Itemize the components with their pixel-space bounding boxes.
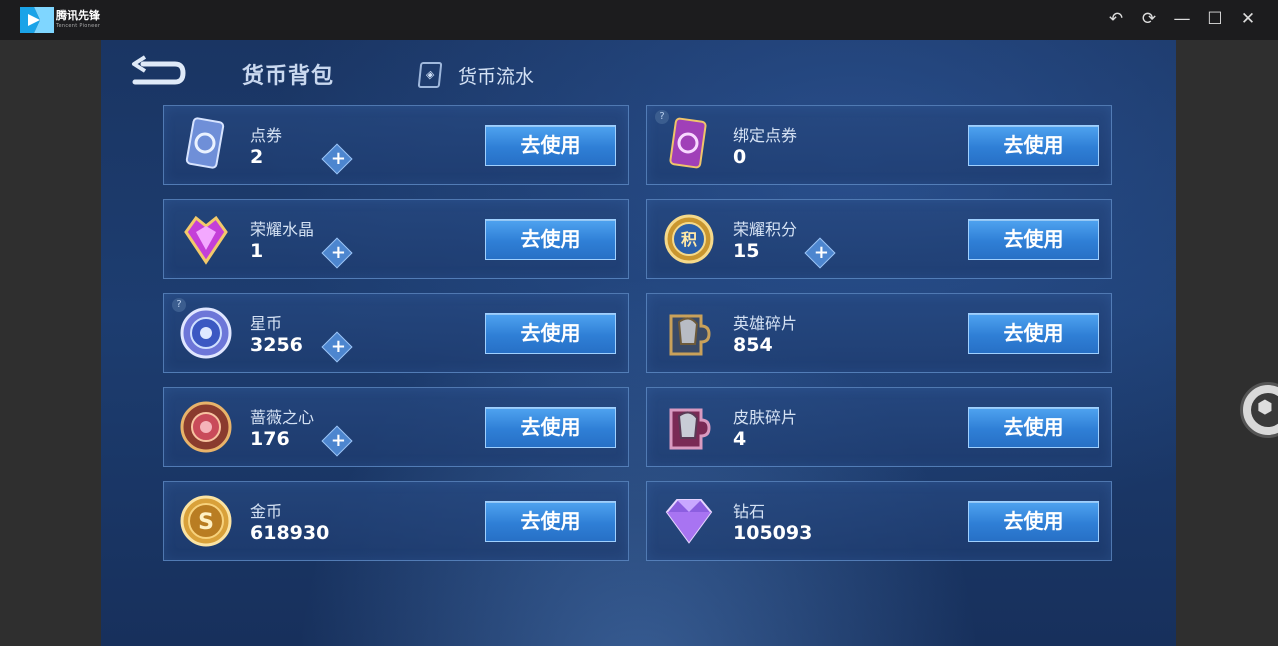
glory-crystal-icon [184,215,228,265]
use-glory-points-button[interactable]: 去使用 [968,219,1099,260]
game-screen: 货币背包 ◈ 货币流水 点券 2 + 去使用 ? 绑定点券 0 去使用 荣耀水晶… [101,40,1176,646]
currency-name: 星币 [250,314,283,333]
currency-card-skin-fragment: 皮肤碎片 4 去使用 [646,387,1112,467]
gold-coin-icon: S [180,495,232,547]
currency-name: 英雄碎片 [733,314,798,333]
hero-fragment-icon [669,314,711,356]
currency-amount: 618930 [250,522,330,544]
add-star-coin-button[interactable]: + [321,331,353,363]
minimize-icon[interactable]: — [1171,8,1193,30]
use-star-coin-button[interactable]: 去使用 [485,313,616,354]
hexagon-icon: ⬢ [1257,397,1273,418]
tab-currency-bag[interactable]: 货币背包 [242,58,334,90]
currency-name: 蔷薇之心 [250,408,315,427]
currency-name: 皮肤碎片 [733,408,798,427]
currency-card-hero-fragment: 英雄碎片 854 去使用 [646,293,1112,373]
currency-name: 金币 [250,502,283,521]
currency-card-gold-coin: S 金币 618930 去使用 [163,481,629,561]
use-rose-heart-button[interactable]: 去使用 [485,407,616,448]
close-icon[interactable]: ✕ [1237,8,1259,30]
add-rose-heart-button[interactable]: + [321,425,353,457]
svg-text:积: 积 [681,230,697,249]
currency-amount: 0 [733,146,747,168]
currency-name: 点券 [250,126,283,145]
currency-amount: 2 [250,146,264,168]
currency-card-star-coin: ? 星币 3256 + 去使用 [163,293,629,373]
svg-text:S: S [198,510,214,535]
use-gold-coin-button[interactable]: 去使用 [485,501,616,542]
skin-fragment-icon [669,408,711,450]
use-bound-voucher-button[interactable]: 去使用 [968,125,1099,166]
currency-amount: 3256 [250,334,303,356]
currency-amount: 105093 [733,522,813,544]
currency-card-bound-voucher: ? 绑定点券 0 去使用 [646,105,1112,185]
refresh-icon[interactable]: ⟳ [1138,8,1160,30]
currency-amount: 1 [250,240,264,262]
voucher-card-icon [185,117,225,169]
window-titlebar: 腾讯先锋 Tencent Pioneer ↶ ⟳ — ☐ ✕ [0,0,1278,40]
app-subtitle: Tencent Pioneer [56,23,101,29]
maximize-icon[interactable]: ☐ [1204,8,1226,30]
app-logo-icon [20,7,54,33]
rose-heart-icon [180,401,232,453]
use-skin-fragment-button[interactable]: 去使用 [968,407,1099,448]
star-coin-icon [180,307,232,359]
use-glory-crystal-button[interactable]: 去使用 [485,219,616,260]
currency-amount: 176 [250,428,290,450]
right-margin [1176,40,1278,646]
currency-amount: 15 [733,240,760,262]
use-hero-fragment-button[interactable]: 去使用 [968,313,1099,354]
currency-name: 荣耀积分 [733,220,798,239]
add-glory-points-button[interactable]: + [804,237,836,269]
diamond-icon [665,499,713,544]
currency-card-diamond: 钻石 105093 去使用 [646,481,1112,561]
back-arrow-icon[interactable] [129,54,187,90]
currency-card-voucher: 点券 2 + 去使用 [163,105,629,185]
undo-icon[interactable]: ↶ [1105,8,1127,30]
app-name: 腾讯先锋 [56,9,100,22]
bound-voucher-card-icon [669,117,707,169]
currency-name: 绑定点券 [733,126,798,145]
currency-flow-icon: ◈ [417,62,443,88]
add-voucher-button[interactable]: + [321,143,353,175]
currency-name: 钻石 [733,502,766,521]
add-glory-crystal-button[interactable]: + [321,237,353,269]
currency-card-rose-heart: 蔷薇之心 176 + 去使用 [163,387,629,467]
use-voucher-button[interactable]: 去使用 [485,125,616,166]
left-margin [0,40,101,646]
currency-amount: 854 [733,334,773,356]
currency-name: 荣耀水晶 [250,220,315,239]
currency-card-glory-crystal: 荣耀水晶 1 + 去使用 [163,199,629,279]
glory-points-icon: 积 [664,214,714,264]
currency-card-glory-points: 积 荣耀积分 15 + 去使用 [646,199,1112,279]
tab-currency-flow[interactable]: 货币流水 [458,62,534,89]
use-diamond-button[interactable]: 去使用 [968,501,1099,542]
currency-amount: 4 [733,428,747,450]
